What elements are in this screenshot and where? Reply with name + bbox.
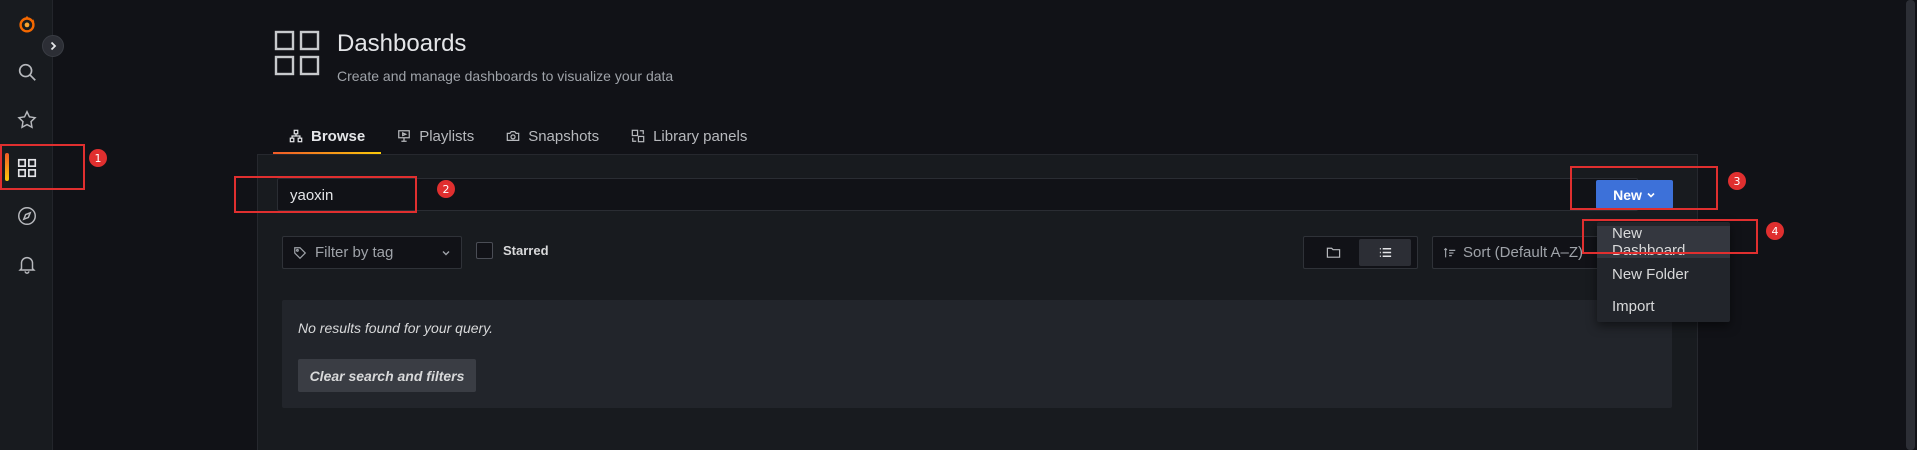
search-icon[interactable] bbox=[0, 52, 53, 92]
starred-filter[interactable]: Starred bbox=[476, 242, 549, 259]
annotation-badge-2: 2 bbox=[437, 180, 455, 198]
new-button[interactable]: New bbox=[1596, 180, 1673, 209]
tag-icon bbox=[294, 246, 307, 259]
tab-library-panels[interactable]: Library panels bbox=[615, 120, 763, 152]
filter-by-tag-placeholder: Filter by tag bbox=[315, 244, 394, 261]
camera-icon bbox=[506, 131, 520, 141]
sort-select[interactable]: Sort (Default A–Z) bbox=[1432, 236, 1602, 269]
starred-checkbox[interactable] bbox=[476, 242, 493, 259]
view-toggle bbox=[1303, 236, 1418, 269]
tab-bar: Browse Playlists Snapshots Library panel… bbox=[273, 120, 763, 155]
sidebar bbox=[0, 0, 53, 450]
no-results-box: No results found for your query. Clear s… bbox=[282, 300, 1672, 408]
page-scrollbar[interactable] bbox=[1903, 0, 1917, 450]
tab-playlists-label: Playlists bbox=[419, 127, 475, 145]
star-icon[interactable] bbox=[0, 100, 53, 140]
tab-snapshots-label: Snapshots bbox=[528, 127, 600, 145]
menu-item-new-folder[interactable]: New Folder bbox=[1597, 258, 1730, 290]
alerting-bell-icon[interactable] bbox=[0, 244, 53, 284]
clear-filters-button[interactable]: Clear search and filters bbox=[298, 359, 476, 392]
list-view-button[interactable] bbox=[1359, 239, 1411, 266]
new-button-label: New bbox=[1613, 186, 1642, 203]
new-dropdown-menu: New Dashboard New Folder Import bbox=[1597, 222, 1730, 322]
folder-icon bbox=[1326, 247, 1340, 258]
sidebar-expand-button[interactable] bbox=[42, 35, 64, 57]
library-panels-icon bbox=[631, 129, 645, 143]
tab-browse[interactable]: Browse bbox=[273, 120, 382, 155]
filter-by-tag-select[interactable]: Filter by tag bbox=[282, 236, 462, 269]
annotation-badge-3: 3 bbox=[1728, 172, 1746, 190]
search-bar[interactable] bbox=[277, 178, 1638, 211]
chevron-down-icon bbox=[442, 250, 450, 255]
sort-label: Sort (Default A–Z) bbox=[1463, 244, 1584, 261]
tab-library-panels-label: Library panels bbox=[653, 127, 748, 145]
dashboards-page-icon bbox=[274, 30, 320, 76]
menu-item-import[interactable]: Import bbox=[1597, 290, 1730, 322]
explore-compass-icon[interactable] bbox=[0, 196, 53, 236]
page-subtitle: Create and manage dashboards to visualiz… bbox=[337, 68, 674, 84]
no-results-text: No results found for your query. bbox=[298, 320, 494, 336]
tab-browse-label: Browse bbox=[311, 127, 366, 145]
scrollbar-thumb[interactable] bbox=[1906, 0, 1915, 450]
menu-item-new-dashboard[interactable]: New Dashboard bbox=[1597, 225, 1730, 259]
page-title: Dashboards bbox=[337, 30, 467, 57]
chevron-down-icon bbox=[1647, 192, 1655, 198]
annotation-badge-1: 1 bbox=[89, 149, 107, 167]
tab-playlists[interactable]: Playlists bbox=[381, 120, 490, 152]
tab-snapshots[interactable]: Snapshots bbox=[490, 120, 615, 152]
list-icon bbox=[1379, 248, 1391, 257]
folder-view-button[interactable] bbox=[1307, 239, 1359, 266]
annotation-badge-4: 4 bbox=[1766, 222, 1784, 240]
dashboards-icon[interactable] bbox=[0, 148, 53, 188]
chevron-right-icon bbox=[50, 41, 57, 51]
presentation-icon bbox=[398, 130, 411, 142]
sitemap-icon bbox=[289, 129, 303, 143]
sort-icon bbox=[1443, 247, 1456, 257]
starred-label: Starred bbox=[503, 243, 549, 258]
